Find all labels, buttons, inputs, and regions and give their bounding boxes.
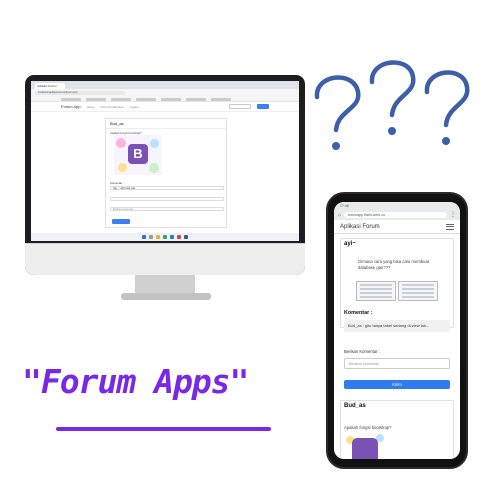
search-icon[interactable] <box>149 235 153 239</box>
smartphone: 17:48 ⌂ forumapp.flash.webi.co ⋮ Aplikas… <box>326 192 468 469</box>
vscode-icon[interactable] <box>184 235 188 239</box>
bookmark-item[interactable] <box>61 97 81 101</box>
browser-tab[interactable]: Aplikasi Forum <box>35 83 65 89</box>
send-button[interactable] <box>112 219 130 224</box>
site-brand[interactable]: Forum App <box>61 104 81 109</box>
phone-screen: 17:48 ⌂ forumapp.flash.webi.co ⋮ Aplikas… <box>334 202 460 459</box>
site-navbar: Forum App Home Kirim Pertanyaan Logout <box>31 102 299 112</box>
monitor-neck <box>135 275 195 295</box>
comment-text: Sgt_ : Ajib baik pak <box>110 186 224 190</box>
post-screenshot-image <box>356 281 396 301</box>
bookmark-item[interactable] <box>86 97 106 101</box>
bootstrap-logo-icon: B <box>128 144 148 164</box>
post-username: Bud_as <box>344 403 366 409</box>
reply-label: Berikan Komentar : <box>344 349 380 354</box>
home-icon[interactable]: ⌂ <box>338 212 341 218</box>
hamburger-menu-icon[interactable] <box>446 223 454 230</box>
folder-icon[interactable] <box>156 235 160 239</box>
bookmark-item[interactable] <box>186 97 206 101</box>
phone-address-bar: ⌂ forumapp.flash.webi.co ⋮ <box>334 210 460 220</box>
nav-link-home[interactable]: Home <box>87 105 95 109</box>
send-button[interactable]: Kirim <box>344 380 450 389</box>
menu-dots-icon[interactable]: ⋮ <box>450 212 456 218</box>
bootstrap-image: B <box>114 135 162 175</box>
windows-taskbar <box>31 233 299 241</box>
comment-label: Komentar : <box>110 181 124 185</box>
bootstrap-logo-icon <box>352 438 378 459</box>
caption-underline <box>56 427 271 431</box>
post-question: Gimana cara yang bisa cara membuat datab… <box>358 259 429 270</box>
bookmark-item[interactable] <box>111 97 131 101</box>
post-screenshot-image <box>398 281 438 301</box>
start-icon[interactable] <box>142 235 146 239</box>
phone-status-bar: 17:48 <box>334 202 460 210</box>
nav-search-input[interactable] <box>229 104 251 109</box>
blob-shape <box>116 138 126 148</box>
app-icon[interactable] <box>177 235 181 239</box>
monitor-chin <box>25 243 305 275</box>
desktop-monitor: Aplikasi Forum localhost/aplikasi-forum/… <box>25 75 305 275</box>
address-field[interactable]: localhost/aplikasi-forum/forum.php <box>35 90 125 95</box>
post-question: Apakah fungsi bootstrap? <box>344 425 392 430</box>
bookmark-item[interactable] <box>211 97 231 101</box>
blob-shape <box>150 139 159 148</box>
desktop-screen: Aplikasi Forum localhost/aplikasi-forum/… <box>31 81 299 241</box>
chrome-icon[interactable] <box>163 235 167 239</box>
post-username: Bud_as <box>106 119 226 129</box>
blob-shape <box>118 163 127 172</box>
phone-navbar: Aplikasi Forum <box>334 220 460 234</box>
bookmark-item[interactable] <box>161 97 181 101</box>
post-card: Bud_as Apakah fungsi bootstrap? B Koment… <box>105 118 227 228</box>
reply-input[interactable]: Berikan komentar... <box>344 358 450 369</box>
phone-url-field[interactable]: forumapp.flash.webi.co <box>344 212 447 218</box>
post-username: ayi~ <box>344 241 356 247</box>
caption-title: "Forum Apps" <box>22 362 249 401</box>
phone-brand[interactable]: Aplikasi Forum <box>340 224 380 230</box>
edge-icon[interactable] <box>170 235 174 239</box>
nav-link-logout[interactable]: Logout <box>130 105 139 109</box>
question-marks-icon <box>314 60 470 150</box>
reply-input[interactable]: Berikan komentar <box>110 207 224 211</box>
nav-link-ask[interactable]: Kirim Pertanyaan <box>101 105 124 109</box>
monitor-stand <box>121 293 211 300</box>
comment-label: Komentar : <box>344 310 373 316</box>
blob-shape <box>149 163 159 173</box>
browser-address-bar: localhost/aplikasi-forum/forum.php <box>31 89 299 96</box>
nav-search-button[interactable] <box>257 104 269 109</box>
comment-text: Bud_as : gitu tanya tabel sedang di view… <box>344 320 450 332</box>
bookmark-item[interactable] <box>136 97 156 101</box>
browser-tab-bar: Aplikasi Forum <box>31 81 299 89</box>
divider-line <box>110 197 224 201</box>
